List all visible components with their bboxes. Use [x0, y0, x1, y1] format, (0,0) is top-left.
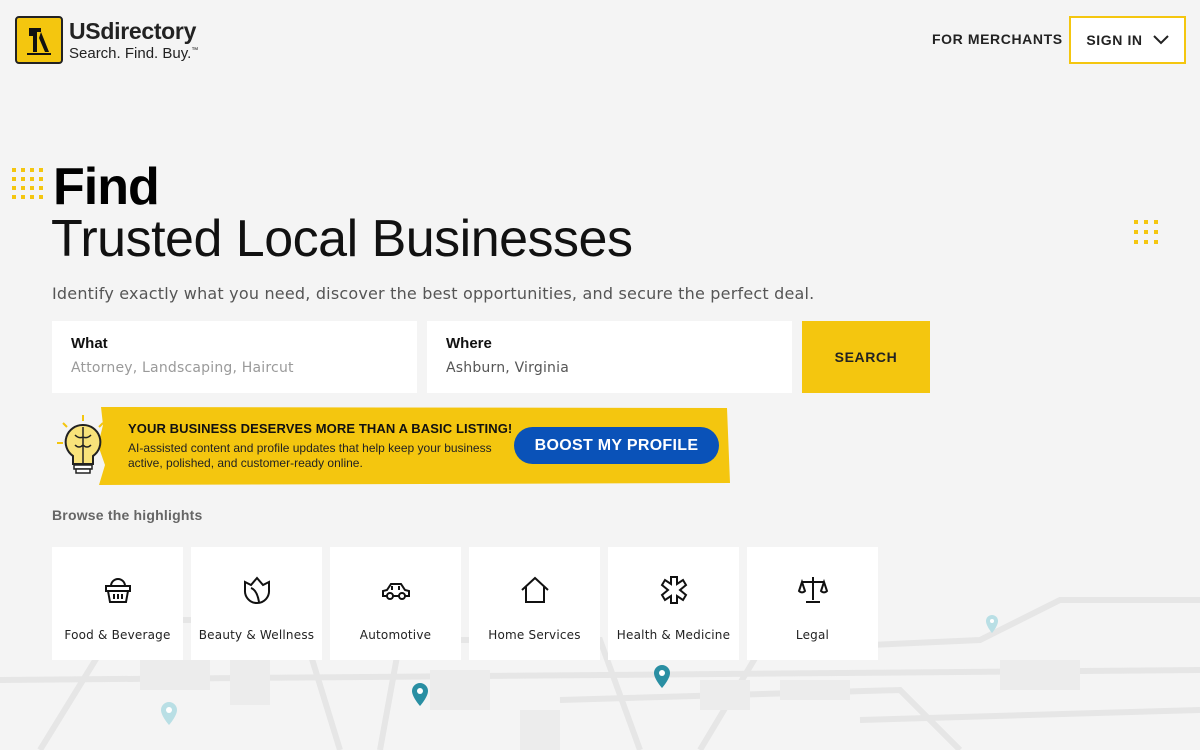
category-label: Beauty & Wellness: [198, 628, 315, 642]
map-pin-icon: [654, 665, 670, 688]
what-field[interactable]: What: [52, 321, 417, 393]
boost-my-profile-button[interactable]: BOOST MY PROFILE: [514, 427, 719, 464]
logo[interactable]: USdirectory Search. Find. Buy.™: [15, 16, 198, 64]
brand-name: USdirectory: [69, 17, 197, 44]
category-card-automotive[interactable]: Automotive: [330, 547, 461, 660]
category-label: Food & Beverage: [64, 628, 171, 642]
category-card-home-services[interactable]: Home Services: [469, 547, 600, 660]
what-input[interactable]: [71, 360, 398, 376]
scales-icon: [797, 574, 829, 606]
category-card-health-medicine[interactable]: Health & Medicine: [608, 547, 739, 660]
hero-subtitle: Identify exactly what you need, discover…: [52, 284, 815, 303]
lotus-icon: [241, 574, 273, 606]
basket-icon: [102, 574, 134, 606]
hero-title: Trusted Local Businesses: [51, 210, 633, 268]
map-pin-icon: [161, 702, 177, 725]
decorative-dots: [1134, 220, 1158, 244]
category-cards: Food & Beverage Beauty & Wellness Automo…: [52, 547, 878, 660]
where-input[interactable]: [446, 360, 773, 376]
category-card-beauty-wellness[interactable]: Beauty & Wellness: [191, 547, 322, 660]
site-header: USdirectory Search. Find. Buy.™ FOR MERC…: [0, 0, 1200, 80]
walking-fingers-logo-icon: [15, 16, 63, 64]
car-icon: [380, 574, 412, 606]
category-label: Legal: [795, 628, 830, 642]
map-pin-icon: [412, 683, 428, 706]
promo-banner: YOUR BUSINESS DESERVES MORE THAN A BASIC…: [55, 405, 731, 487]
house-icon: [519, 574, 551, 606]
category-label: Health & Medicine: [616, 628, 731, 642]
browse-highlights-title: Browse the highlights: [52, 507, 203, 523]
decorative-dots: [12, 168, 43, 199]
sign-in-label: SIGN IN: [1086, 32, 1143, 48]
medical-cross-icon: [658, 574, 690, 606]
category-card-legal[interactable]: Legal: [747, 547, 878, 660]
category-card-food-beverage[interactable]: Food & Beverage: [52, 547, 183, 660]
chevron-down-icon: [1152, 35, 1169, 45]
category-label: Automotive: [359, 628, 432, 642]
banner-heading: YOUR BUSINESS DESERVES MORE THAN A BASIC…: [128, 421, 513, 436]
brand-tagline: Search. Find. Buy.™: [69, 44, 199, 62]
map-pin-icon: [986, 615, 998, 633]
banner-body: AI-assisted content and profile updates …: [128, 441, 492, 470]
where-field[interactable]: Where: [427, 321, 792, 393]
hero-find-heading: Find: [53, 158, 160, 216]
where-label: Where: [446, 335, 492, 352]
what-label: What: [71, 335, 108, 352]
for-merchants-link[interactable]: FOR MERCHANTS: [932, 31, 1063, 47]
sign-in-button[interactable]: SIGN IN: [1069, 16, 1186, 64]
search-button[interactable]: SEARCH: [802, 321, 930, 393]
category-label: Home Services: [488, 628, 581, 642]
lightbulb-brain-icon: [57, 415, 109, 474]
